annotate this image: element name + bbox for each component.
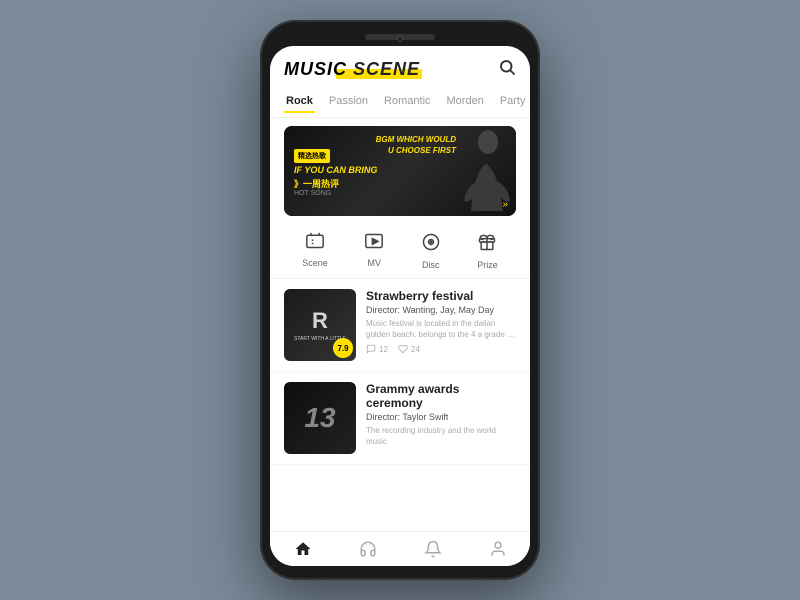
thumb-letter: R [294, 308, 346, 334]
like-number: 24 [411, 345, 420, 354]
item-director: Director: Wanting, Jay, May Day [366, 305, 516, 315]
prize-label: Prize [477, 260, 498, 270]
tab-morden[interactable]: Morden [445, 91, 486, 113]
director-name: Wanting, Jay, May Day [400, 305, 494, 315]
scene-label: Scene [302, 258, 328, 268]
banner-hot: HOT SONG [294, 190, 506, 197]
item-director: Director: Taylor Swift [366, 412, 516, 422]
director-label: Director: [366, 412, 400, 422]
item-description: Music festival is located in the dalian … [366, 318, 516, 340]
item-thumbnail: 13 [284, 382, 356, 454]
quick-link-prize[interactable]: Prize [477, 232, 498, 270]
tab-rock[interactable]: Rock [284, 91, 315, 113]
nav-bell[interactable] [414, 538, 452, 560]
item-info: Strawberry festival Director: Wanting, J… [366, 289, 516, 361]
comment-number: 12 [379, 345, 388, 354]
banner-week: 》一周热评 [294, 177, 506, 190]
item-title: Grammy awards ceremony [366, 382, 516, 410]
quick-link-disc[interactable]: Disc [421, 232, 441, 270]
quick-links: Scene MV Di [270, 224, 530, 279]
director-name: Taylor Swift [400, 412, 448, 422]
scene-icon [305, 232, 325, 255]
phone-shell: MUSIC SCENE Rock Passion Romantic Morden… [260, 20, 540, 580]
rating-badge: 7.9 [333, 338, 353, 358]
item-title: Strawberry festival [366, 289, 516, 303]
mv-label: MV [368, 258, 382, 268]
item-thumbnail: R START WITH A LITTLE 7.9 [284, 289, 356, 361]
quick-link-scene[interactable]: Scene [302, 232, 328, 270]
content-list: R START WITH A LITTLE 7.9 Strawberry fes… [270, 279, 530, 531]
banner[interactable]: 精选热歌 IF YOU CAN BRING 》一周热评 HOT SONG BGM… [284, 126, 516, 216]
comment-count: 12 [366, 344, 388, 354]
disc-icon [421, 232, 441, 257]
prize-icon [477, 232, 497, 257]
phone-camera [397, 36, 403, 42]
item-info: Grammy awards ceremony Director: Taylor … [366, 382, 516, 454]
disc-label: Disc [422, 260, 440, 270]
tab-passion[interactable]: Passion [327, 91, 370, 113]
tab-romantic[interactable]: Romantic [382, 91, 432, 113]
quick-link-mv[interactable]: MV [364, 232, 384, 270]
nav-home[interactable] [284, 538, 322, 560]
nav-tabs: Rock Passion Romantic Morden Party [270, 87, 530, 118]
banner-line1: IF YOU CAN BRING [294, 165, 506, 176]
nav-user[interactable] [479, 538, 517, 560]
search-button[interactable] [498, 58, 516, 81]
item-meta: 12 24 [366, 344, 516, 354]
mv-icon [364, 232, 384, 255]
title-text: MUSIC SCENE [284, 59, 420, 79]
nav-headphones[interactable] [349, 538, 387, 560]
list-item[interactable]: 13 Grammy awards ceremony Director: Tayl… [270, 372, 530, 465]
director-label: Director: [366, 305, 400, 315]
banner-content: 精选热歌 IF YOU CAN BRING 》一周热评 HOT SONG [284, 137, 516, 206]
phone-screen: MUSIC SCENE Rock Passion Romantic Morden… [270, 46, 530, 566]
thumb-content: R START WITH A LITTLE [294, 308, 346, 342]
bottom-nav [270, 531, 530, 566]
app-title: MUSIC SCENE [284, 59, 420, 80]
app-header: MUSIC SCENE [270, 46, 530, 87]
tab-party[interactable]: Party [498, 91, 528, 113]
like-count: 24 [398, 344, 420, 354]
banner-tag: 精选热歌 [294, 149, 330, 163]
item-description: The recording industry and the world mus… [366, 425, 516, 447]
list-item[interactable]: R START WITH A LITTLE 7.9 Strawberry fes… [270, 279, 530, 372]
thumb-number: 13 [304, 402, 335, 434]
